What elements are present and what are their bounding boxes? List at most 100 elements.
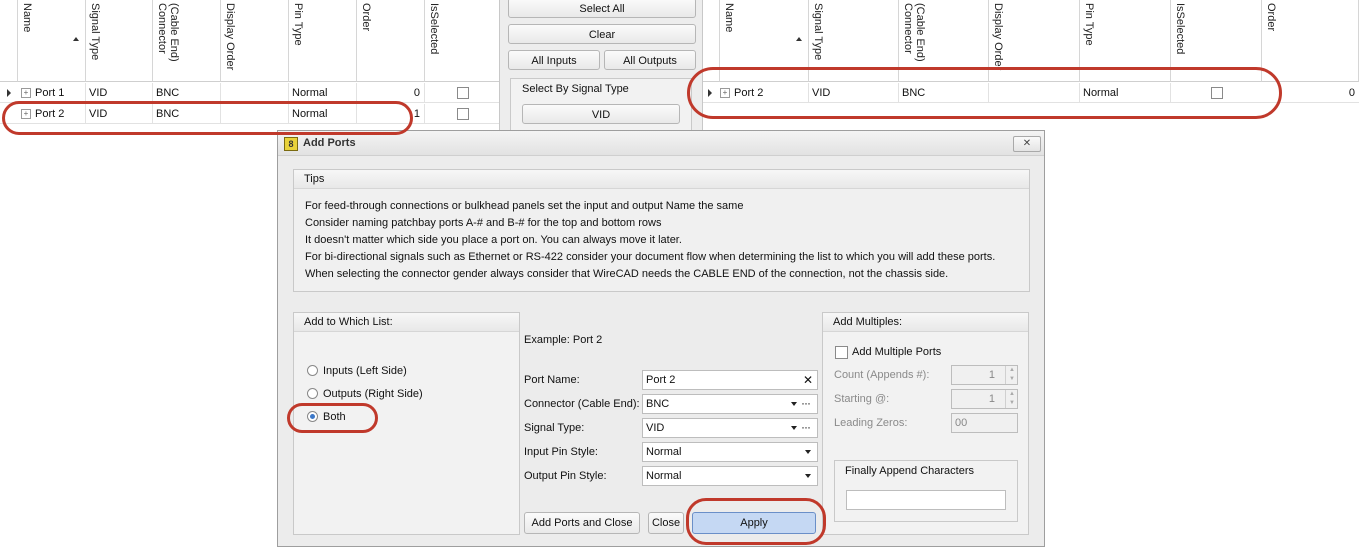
more-icon[interactable]: ··· (801, 418, 811, 436)
app-icon: 8 (284, 137, 298, 151)
cell-pin-type[interactable]: Normal (289, 83, 357, 103)
col-header-display-order[interactable]: Display Order (221, 0, 289, 82)
col-header-order[interactable]: Order (357, 0, 425, 82)
add-ports-dialog: 8 Add Ports ✕ Tips For feed-through conn… (277, 130, 1045, 547)
cell-name[interactable]: Port 1 (32, 83, 86, 103)
add-multiples-title: Add Multiples: (823, 313, 1028, 332)
table-row[interactable]: + Port 1 VID BNC Normal 0 (0, 83, 500, 103)
spin-icon[interactable]: ▲ ▼ (1005, 390, 1018, 408)
tip-text: It doesn't matter which side you place a… (305, 234, 682, 246)
more-icon[interactable]: ··· (801, 394, 811, 412)
tip-text: Consider naming patchbay ports A-# and B… (305, 217, 662, 229)
cell-connector[interactable]: BNC (153, 83, 221, 103)
chevron-down-icon[interactable] (791, 426, 797, 430)
clear-button[interactable]: Clear (508, 24, 696, 44)
count-stepper[interactable]: 1 ▲ ▼ (951, 365, 1018, 385)
close-icon[interactable]: ✕ (1013, 136, 1041, 152)
input-pin-style-label: Input Pin Style: (524, 446, 598, 458)
radio-outputs[interactable] (307, 388, 318, 399)
cell-signal-type[interactable]: VID (86, 83, 153, 103)
cell-display-order[interactable] (221, 83, 289, 103)
count-label: Count (Appends #): (834, 369, 930, 381)
finally-append-group: Finally Append Characters (834, 460, 1018, 522)
starting-value: 1 (988, 393, 995, 405)
col-header-label: Pin Type (292, 3, 304, 46)
row-indicator-header (0, 0, 18, 82)
connector-value: BNC (646, 398, 670, 410)
col-header-label: Order (1265, 3, 1277, 32)
chevron-down-icon[interactable] (805, 474, 811, 478)
cell-order[interactable]: 0 (357, 83, 425, 103)
finally-append-field[interactable] (846, 490, 1006, 510)
col-header-signal-type[interactable]: Signal Type (86, 0, 153, 82)
highlight-port-2-right (687, 67, 1282, 119)
select-by-signal-type-group: Select By Signal Type VID (510, 78, 692, 138)
col-header-label: Order (360, 3, 372, 32)
col-header-order[interactable]: Order (1262, 0, 1359, 82)
col-header-name[interactable]: Name (18, 0, 86, 82)
port-name-value: Port 2 (646, 374, 676, 386)
col-header-label: Name (723, 3, 735, 33)
port-name-label: Port Name: (524, 374, 580, 386)
add-multiple-ports-label[interactable]: Add Multiple Ports (852, 345, 941, 359)
signal-type-field[interactable]: VID ··· (642, 418, 818, 438)
leading-zeros-label: Leading Zeros: (834, 417, 908, 429)
leading-zeros-value: 00 (955, 417, 968, 429)
current-row-indicator-icon (7, 89, 11, 97)
example-text: Example: Port 2 (524, 334, 603, 346)
tip-text: For bi-directional signals such as Ether… (305, 251, 996, 263)
output-pin-style-value: Normal (646, 470, 682, 482)
radio-outputs-label[interactable]: Outputs (Right Side) (323, 387, 423, 401)
chevron-down-icon[interactable] (791, 402, 797, 406)
chevron-down-icon[interactable] (805, 450, 811, 454)
connector-label: Connector (Cable End): (524, 398, 640, 410)
all-inputs-button[interactable]: All Inputs (508, 50, 600, 70)
col-header-label: Signal Type (812, 3, 824, 61)
output-pin-style-label: Output Pin Style: (524, 470, 607, 482)
col-header-label: Signal Type (89, 3, 101, 61)
dialog-title: Add Ports (303, 137, 356, 149)
selection-panel: Select All Clear All Inputs All Outputs … (500, 0, 703, 138)
col-header-connector[interactable]: (Cable End) Connector (153, 0, 221, 82)
all-outputs-button[interactable]: All Outputs (604, 50, 696, 70)
tip-text: For feed-through connections or bulkhead… (305, 200, 744, 212)
sort-ascending-icon (796, 37, 802, 41)
input-pin-style-field[interactable]: Normal (642, 442, 818, 462)
tip-text: When selecting the connector gender alwa… (305, 268, 949, 280)
isselected-checkbox[interactable] (457, 87, 469, 99)
port-name-field[interactable]: Port 2 ✕ (642, 370, 818, 390)
highlight-port-2-left (2, 101, 413, 135)
leading-zeros-field[interactable]: 00 (951, 413, 1018, 433)
spin-icon[interactable]: ▲ ▼ (1005, 366, 1018, 384)
col-header-label: Name (21, 3, 33, 33)
add-multiple-ports-checkbox[interactable] (835, 346, 848, 359)
starting-label: Starting @: (834, 393, 890, 405)
col-header-pin-type[interactable]: Pin Type (289, 0, 357, 82)
starting-stepper[interactable]: 1 ▲ ▼ (951, 389, 1018, 409)
col-header-label: (Cable End) Connector (902, 3, 926, 62)
radio-inputs[interactable] (307, 365, 318, 376)
clear-icon[interactable]: ✕ (803, 371, 813, 389)
input-pin-style-value: Normal (646, 446, 682, 458)
finally-append-title: Finally Append Characters (845, 465, 975, 477)
add-to-list-title: Add to Which List: (294, 313, 519, 332)
highlight-apply-button (686, 498, 826, 545)
col-header-label: IsSelected (1174, 3, 1186, 55)
connector-field[interactable]: BNC ··· (642, 394, 818, 414)
expand-icon[interactable]: + (21, 88, 31, 98)
select-all-button[interactable]: Select All (508, 0, 696, 18)
radio-inputs-label[interactable]: Inputs (Left Side) (323, 364, 407, 378)
group-title: Select By Signal Type (522, 83, 629, 95)
vid-button[interactable]: VID (522, 104, 680, 124)
add-ports-and-close-button[interactable]: Add Ports and Close (524, 512, 640, 534)
col-header-label: IsSelected (428, 3, 440, 55)
count-value: 1 (988, 369, 995, 381)
col-header-isselected[interactable]: IsSelected (425, 0, 500, 82)
col-header-label: (Cable End) Connector (156, 3, 180, 62)
isselected-checkbox[interactable] (457, 108, 469, 120)
output-pin-style-field[interactable]: Normal (642, 466, 818, 486)
close-button[interactable]: Close (648, 512, 684, 534)
col-header-label: Display Order (992, 3, 1004, 71)
sort-ascending-icon (73, 37, 79, 41)
tips-group: Tips For feed-through connections or bul… (293, 169, 1030, 292)
